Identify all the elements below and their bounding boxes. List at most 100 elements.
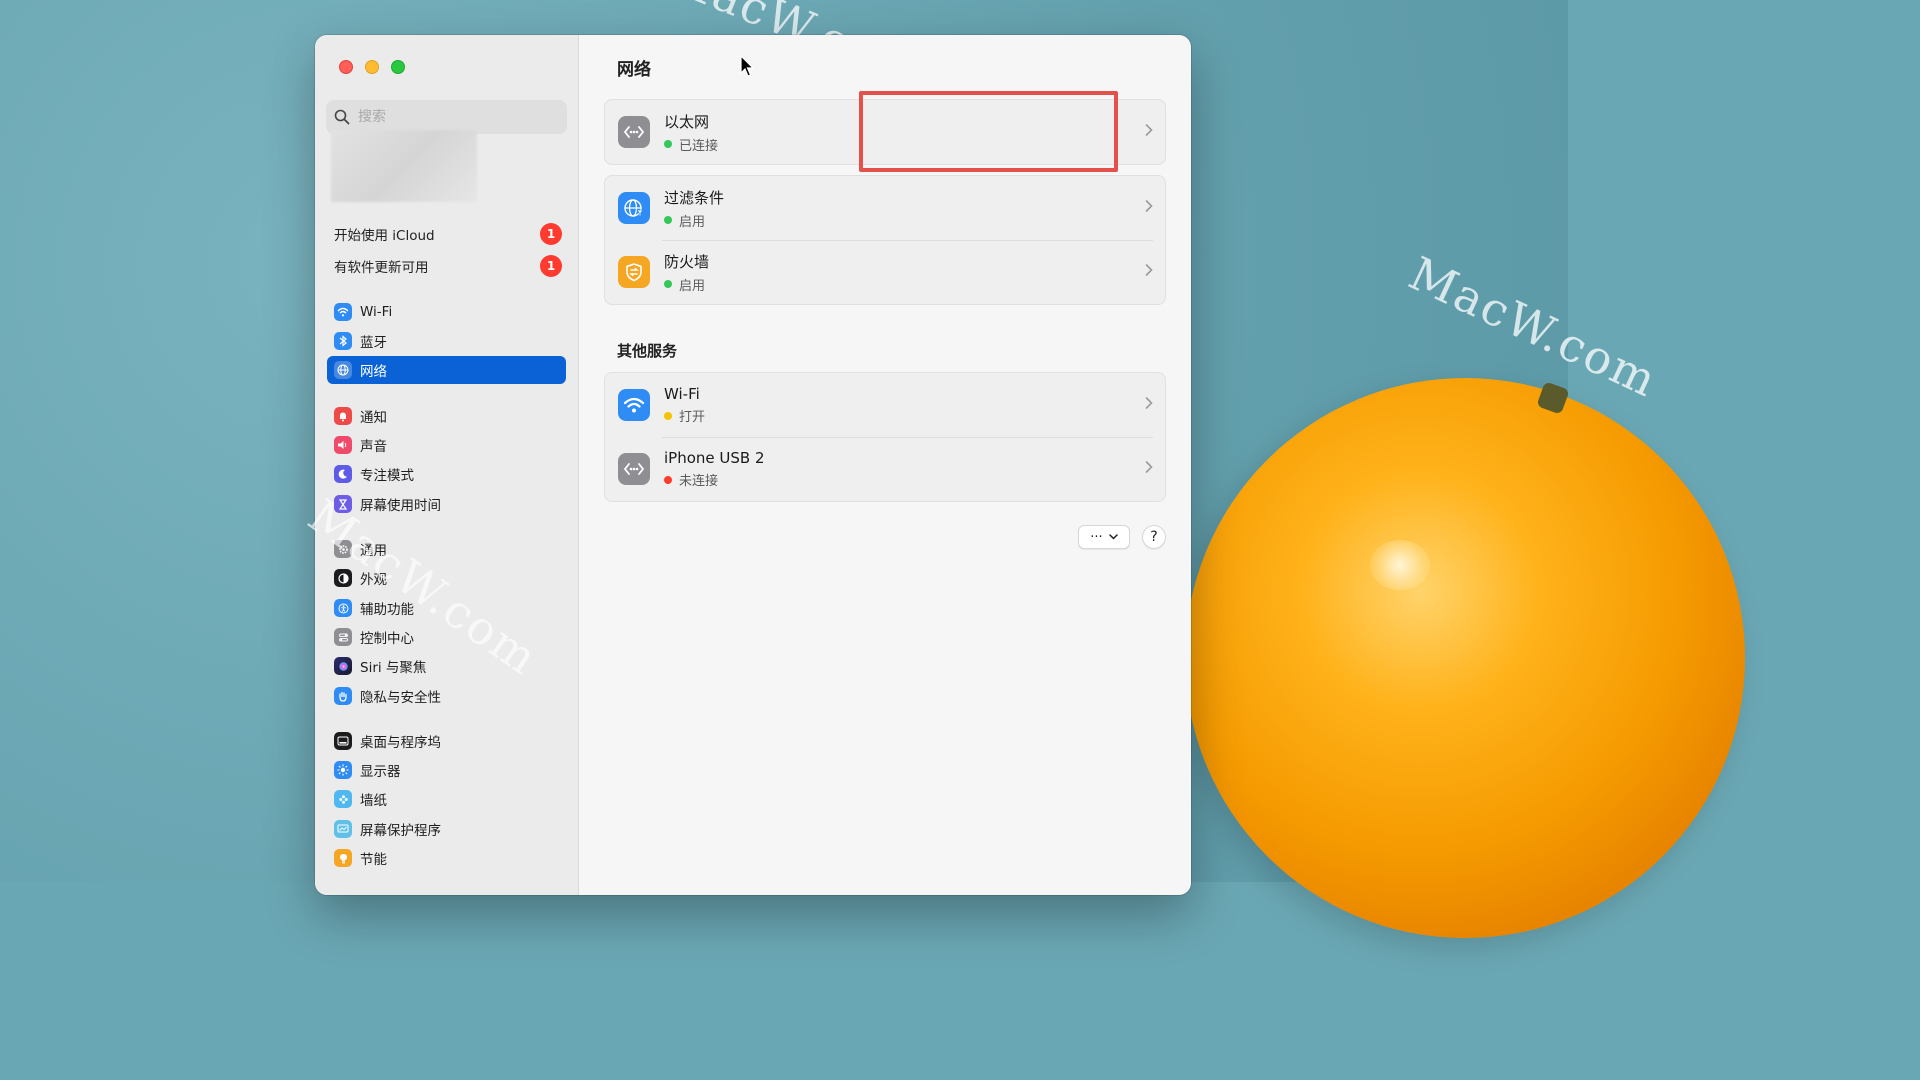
- sidebar-item-appearance[interactable]: 外观: [327, 564, 566, 592]
- zoom-button[interactable]: [391, 60, 405, 74]
- mouse-cursor-icon: [740, 55, 755, 77]
- system-settings-window: 开始使用 iCloud 1 有软件更新可用 1 Wi-Fi 蓝牙 网络: [315, 35, 1191, 895]
- service-status: 已连接: [664, 135, 718, 154]
- ethernet-icon: [618, 453, 650, 485]
- sidebar-item-siri-spotlight[interactable]: Siri 与聚焦: [327, 652, 566, 680]
- sidebar-item-label: 网络: [360, 364, 387, 380]
- bluetooth-icon: [334, 332, 352, 350]
- close-button[interactable]: [339, 60, 353, 74]
- minimize-button[interactable]: [365, 60, 379, 74]
- status-label: 打开: [679, 410, 706, 425]
- other-services-group: Wi-Fi 打开 iPhone USB 2 未连接: [604, 372, 1166, 502]
- sidebar-item-label: 声音: [360, 439, 387, 455]
- siri-icon: [334, 657, 352, 675]
- sidebar-item-label: 显示器: [360, 764, 401, 780]
- security-services-group: 过滤条件 启用 防火墙 启用: [604, 175, 1166, 305]
- service-status: 未连接: [664, 470, 765, 489]
- display-icon: [334, 761, 352, 779]
- wallpaper-icon: [334, 790, 352, 808]
- status-dot: [664, 411, 672, 420]
- globe-icon: [334, 361, 352, 379]
- wifi-icon: [334, 303, 352, 321]
- chevron-right-icon: [1145, 461, 1153, 473]
- sidebar-item-label: 外观: [360, 572, 387, 588]
- sidebar-item-network[interactable]: 网络: [327, 356, 566, 384]
- sidebar-item-label: 控制中心: [360, 631, 414, 647]
- apple-account-avatar[interactable]: [331, 130, 477, 202]
- software-update-notice[interactable]: 有软件更新可用 1: [334, 251, 562, 281]
- sidebar-item-label: 辅助功能: [360, 602, 414, 618]
- notification-badge: 1: [540, 255, 562, 277]
- sidebar-item-general[interactable]: 通用: [327, 535, 566, 563]
- chevron-right-icon: [1145, 124, 1153, 136]
- service-row-firewall[interactable]: 防火墙 启用: [605, 240, 1165, 304]
- service-row-iphone-usb[interactable]: iPhone USB 2 未连接: [605, 437, 1165, 501]
- speaker-icon: [334, 436, 352, 454]
- hand-icon: [334, 687, 352, 705]
- screensaver-icon: [334, 820, 352, 838]
- sidebar-item-label: 墙纸: [360, 793, 387, 809]
- sidebar-item-accessibility[interactable]: 辅助功能: [327, 594, 566, 622]
- sidebar-item-energy-saver[interactable]: 节能: [327, 844, 566, 872]
- sidebar-item-privacy-security[interactable]: 隐私与安全性: [327, 682, 566, 710]
- notice-label: 有软件更新可用: [334, 260, 429, 276]
- sidebar-item-label: 通用: [360, 543, 387, 559]
- chevron-right-icon: [1145, 397, 1153, 409]
- ellipsis-icon: ···: [1090, 529, 1103, 545]
- accessibility-icon: [334, 599, 352, 617]
- sidebar-item-label: 节能: [360, 852, 387, 868]
- sidebar-item-displays[interactable]: 显示器: [327, 756, 566, 784]
- status-dot: [664, 280, 672, 288]
- sidebar-item-label: 隐私与安全性: [360, 690, 441, 706]
- notice-label: 开始使用 iCloud: [334, 228, 435, 244]
- search-icon: [334, 109, 350, 125]
- status-dot: [664, 475, 672, 484]
- sidebar-item-bluetooth[interactable]: 蓝牙: [327, 327, 566, 355]
- ethernet-icon: [618, 116, 650, 148]
- primary-services-group: 以太网 已连接: [604, 99, 1166, 165]
- chevron-right-icon: [1145, 264, 1153, 276]
- gear-icon: [334, 540, 352, 558]
- chevron-down-icon: [1108, 534, 1118, 540]
- dock-icon: [334, 732, 352, 750]
- control-center-icon: [334, 628, 352, 646]
- more-actions-button[interactable]: ···: [1078, 525, 1130, 549]
- orange-image: [1185, 378, 1745, 938]
- sidebar-item-notifications[interactable]: 通知: [327, 402, 566, 430]
- wifi-icon: [618, 389, 650, 421]
- service-name: Wi-Fi: [664, 385, 700, 403]
- sidebar-item-sound[interactable]: 声音: [327, 431, 566, 459]
- service-row-ethernet[interactable]: 以太网 已连接: [605, 100, 1165, 164]
- sidebar-item-wifi[interactable]: Wi-Fi: [327, 298, 566, 326]
- help-button[interactable]: ?: [1142, 525, 1166, 549]
- service-name: iPhone USB 2: [664, 449, 765, 467]
- icloud-notice[interactable]: 开始使用 iCloud 1: [334, 219, 562, 249]
- sidebar-item-screen-time[interactable]: 屏幕使用时间: [327, 490, 566, 518]
- firewall-icon: [618, 256, 650, 288]
- sidebar: 开始使用 iCloud 1 有软件更新可用 1 Wi-Fi 蓝牙 网络: [315, 35, 579, 895]
- sidebar-item-label: 蓝牙: [360, 335, 387, 351]
- sidebar-item-screen-saver[interactable]: 屏幕保护程序: [327, 815, 566, 843]
- status-label: 启用: [679, 278, 706, 294]
- sidebar-item-wallpaper[interactable]: 墙纸: [327, 785, 566, 813]
- sidebar-item-label: Siri 与聚焦: [360, 660, 427, 676]
- sidebar-item-desktop-dock[interactable]: 桌面与程序坞: [327, 727, 566, 755]
- sidebar-item-focus[interactable]: 专注模式: [327, 460, 566, 488]
- main-pane: 网络 以太网 已连接 过滤条件 启用 防火墙 启用 其他服务 Wi-Fi 打开 …: [580, 35, 1191, 895]
- status-dot: [664, 140, 672, 148]
- orange-highlight: [1370, 540, 1430, 590]
- service-row-filters[interactable]: 过滤条件 启用: [605, 176, 1165, 240]
- status-label: 未连接: [679, 474, 719, 489]
- chevron-right-icon: [1145, 200, 1153, 212]
- bell-icon: [334, 407, 352, 425]
- sidebar-item-control-center[interactable]: 控制中心: [327, 623, 566, 651]
- service-row-wifi[interactable]: Wi-Fi 打开: [605, 373, 1165, 437]
- sidebar-item-label: Wi-Fi: [360, 304, 393, 320]
- sidebar-item-label: 专注模式: [360, 468, 414, 484]
- appearance-icon: [334, 569, 352, 587]
- notification-badge: 1: [540, 223, 562, 245]
- service-name: 以太网: [664, 112, 710, 131]
- search-field[interactable]: [326, 100, 567, 134]
- sidebar-item-label: 屏幕保护程序: [360, 823, 441, 839]
- search-input[interactable]: [358, 109, 558, 125]
